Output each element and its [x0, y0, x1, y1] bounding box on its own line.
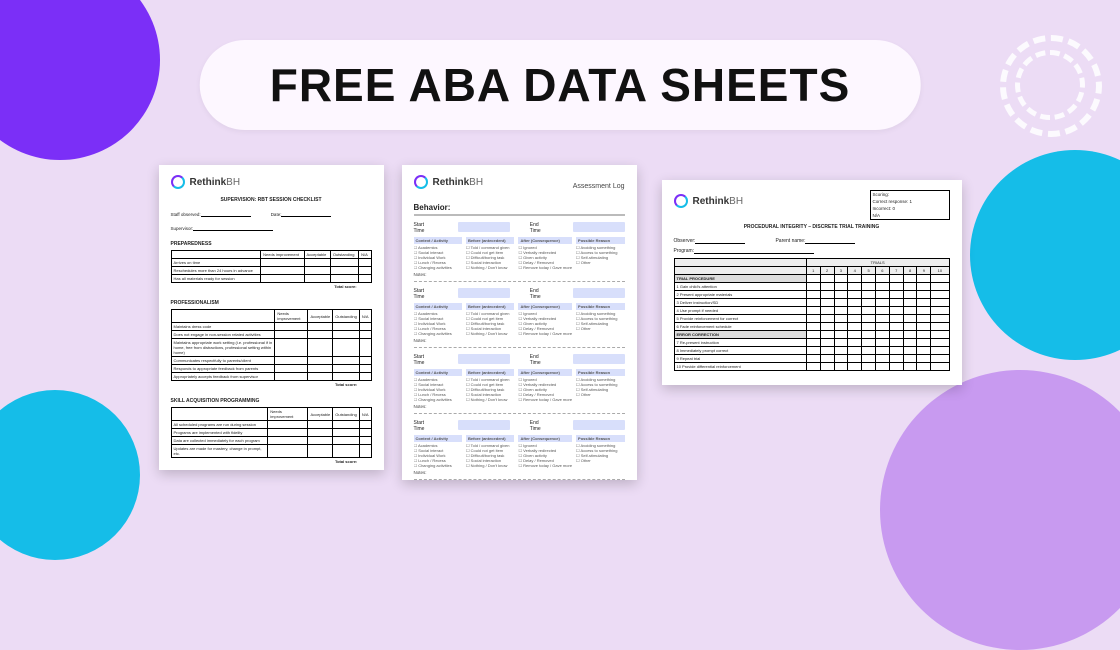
- supervisor-label: Supervisor:: [171, 226, 194, 231]
- page-title: FREE ABA DATA SHEETS: [270, 58, 851, 112]
- logo-icon: [171, 175, 185, 189]
- date-label: Date:: [271, 212, 282, 217]
- scoring-box: Scoring: Correct response: 1 Incorrect: …: [870, 190, 950, 220]
- sheet-b-blocks: Start TimeEnd TimeContext / Activity☐ Ac…: [414, 222, 625, 480]
- sheet-c-heading: PROCEDURAL INTEGRITY – DISCRETE TRIAL TR…: [674, 224, 950, 230]
- program-label: Program:: [674, 248, 695, 254]
- logo-icon: [414, 175, 428, 189]
- sheet-c-body: TRIAL PROCEDURE1 Gain child's attention2…: [674, 275, 949, 371]
- logo-text: RethinkBH: [693, 196, 744, 207]
- sheet-supervision-checklist: RethinkBH SUPERVISION: RBT SESSION CHECK…: [159, 165, 384, 470]
- sheet-c-table: TRIALS 12345678910 TRIAL PROCEDURE1 Gain…: [674, 258, 950, 371]
- assessment-label: Assessment Log: [573, 183, 625, 190]
- logo-text: RethinkBH: [433, 177, 484, 188]
- trial-nums-row: 12345678910: [674, 267, 949, 275]
- staff-label: Staff observed:: [171, 212, 201, 217]
- behavior-label: Behavior:: [414, 203, 451, 212]
- sheet-procedural-integrity: RethinkBH Scoring: Correct response: 1 I…: [662, 180, 962, 385]
- logo-text: RethinkBH: [190, 177, 241, 188]
- decor-circle-purple: [0, 0, 160, 160]
- parent-label: Parent name:: [775, 238, 805, 244]
- logo-icon: [674, 194, 688, 208]
- logo: RethinkBH: [171, 175, 372, 189]
- logo: RethinkBH: [674, 190, 744, 212]
- sheets-row: RethinkBH SUPERVISION: RBT SESSION CHECK…: [0, 165, 1120, 480]
- title-pill: FREE ABA DATA SHEETS: [200, 40, 921, 130]
- sheet-assessment-log: RethinkBH Assessment Log Behavior: Start…: [402, 165, 637, 480]
- decor-dashed-rings: [1000, 35, 1090, 125]
- observer-label: Observer:: [674, 238, 696, 244]
- sheet-a-sections: PREPAREDNESSNeeds improvementAcceptableO…: [171, 241, 372, 465]
- logo: RethinkBH: [414, 175, 484, 189]
- sheet-a-heading: SUPERVISION: RBT SESSION CHECKLIST: [171, 197, 372, 203]
- sheet-a-meta: Staff observed: Date:: [171, 211, 372, 217]
